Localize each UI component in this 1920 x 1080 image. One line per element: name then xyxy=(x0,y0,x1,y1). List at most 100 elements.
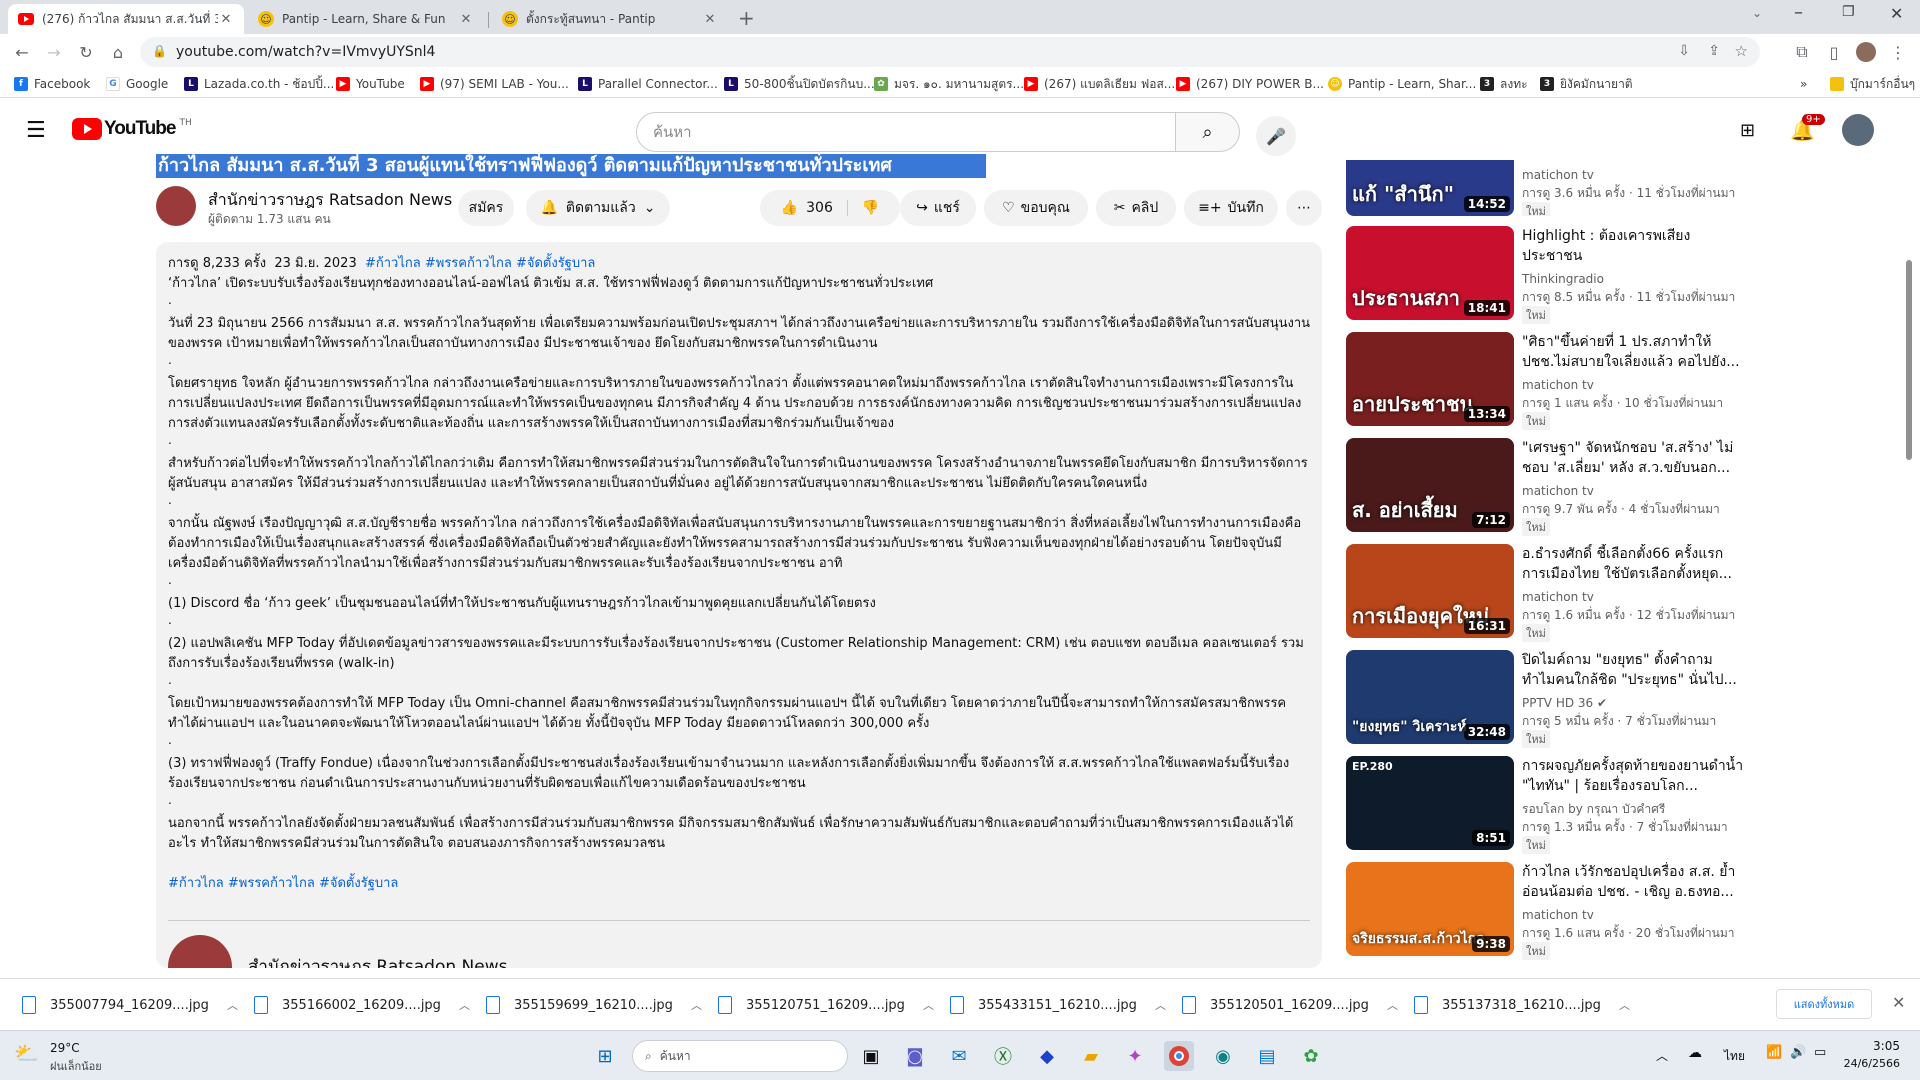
clip-button[interactable]: ✂ คลิป xyxy=(1096,190,1176,226)
forward-arrow-icon[interactable]: → xyxy=(42,40,66,64)
sidepanel-icon[interactable]: ▯ xyxy=(1822,40,1846,64)
bookmark-diy-power[interactable]: ▶ (267) DIY POWER B... xyxy=(1176,75,1324,93)
tab-pantip-post[interactable]: ☺ ตั้งกระทู้สนทนา - Pantip ✕ xyxy=(492,4,728,34)
save-button[interactable]: ≡+ บันทึก xyxy=(1184,190,1278,226)
microphone-icon[interactable]: 🎤 xyxy=(1256,116,1296,156)
store-icon[interactable]: ▤ xyxy=(1252,1041,1282,1071)
subscribed-button[interactable]: 🔔 ติดตามแล้ว ⌄ xyxy=(526,190,670,226)
bookmarks-overflow[interactable]: » xyxy=(1800,75,1807,93)
related-video-item[interactable]: EP.280 8:51 การผจญภัยครั้งสุดท้ายของยานด… xyxy=(1346,756,1746,854)
bookmark-other-folder[interactable]: บุ๊กมาร์กอื่นๆ xyxy=(1830,75,1915,93)
install-icon[interactable]: ⇩ xyxy=(1678,43,1690,59)
chevron-up-icon[interactable]: ︿ xyxy=(227,997,238,1013)
app-icon[interactable]: ✿ xyxy=(1296,1041,1326,1071)
battery-icon[interactable]: ▭ xyxy=(1814,1045,1826,1060)
download-item[interactable]: 355159699_16210....jpg ︿ xyxy=(486,993,702,1017)
search-icon[interactable]: ⌕ xyxy=(1176,112,1240,152)
account-avatar[interactable] xyxy=(1842,114,1874,146)
share-button[interactable]: ↪ แชร์ xyxy=(900,190,976,226)
clock-date[interactable]: 24/6/2566 xyxy=(1830,1057,1900,1070)
file-explorer-icon[interactable]: ▰ xyxy=(1076,1041,1106,1071)
hashtags-bottom[interactable]: #ก้าวไกล #พรรคก้าวไกล #จัดตั้งรัฐบาล xyxy=(168,874,1310,894)
related-video-item[interactable]: การเมืองยุคใหม่ 16:31 อ.ธำรงศักดิ์ ชี้เล… xyxy=(1346,544,1746,642)
chrome-icon[interactable] xyxy=(1164,1041,1194,1071)
vscode-icon[interactable]: ◆ xyxy=(1032,1041,1062,1071)
search-input[interactable]: ค้นหา xyxy=(636,112,1176,152)
tab-youtube[interactable]: (276) ก้าวไกล สัมมนา ส.ส.วันที่ 3 สอน ✕ xyxy=(8,4,244,34)
chevron-up-icon[interactable]: ︿ xyxy=(459,997,470,1013)
bookmark-facebook[interactable]: f Facebook xyxy=(14,75,90,93)
tab-pantip[interactable]: ☺ Pantip - Learn, Share & Fun ✕ xyxy=(248,4,484,34)
cloud-icon[interactable]: ☁ xyxy=(1688,1045,1702,1061)
download-item[interactable]: 355120751_16209....jpg ︿ xyxy=(718,993,934,1017)
mail-icon[interactable]: ✉ xyxy=(944,1041,974,1071)
bookmark-pantip[interactable]: ☺ Pantip - Learn, Shar... xyxy=(1328,75,1476,93)
close-icon[interactable]: ✕ xyxy=(218,12,234,27)
chevron-up-icon[interactable]: ︿ xyxy=(1619,997,1630,1013)
youtube-logo[interactable]: YouTube TH xyxy=(72,118,192,140)
download-item[interactable]: 355166002_16209....jpg ︿ xyxy=(254,993,470,1017)
tab-search-icon[interactable]: ⌄ xyxy=(1752,6,1762,20)
thanks-button[interactable]: ♡ ขอบคุณ xyxy=(984,190,1088,226)
tray-overflow-icon[interactable]: ︿ xyxy=(1656,1047,1668,1064)
bookmark-misc[interactable]: 3 ยิงัคมักนายาติ xyxy=(1540,75,1633,93)
related-video-item[interactable]: ประธานสภา 18:41 Highlight : ต้องเคารพเสี… xyxy=(1346,226,1746,324)
scrollbar-thumb[interactable] xyxy=(1906,260,1912,460)
bookmark-star-icon[interactable]: ☆ xyxy=(1735,42,1748,60)
hamburger-menu-icon[interactable]: ☰ xyxy=(26,118,46,143)
channel-avatar[interactable] xyxy=(156,186,196,226)
restore-icon[interactable]: ❐ xyxy=(1842,4,1855,20)
window-close-icon[interactable]: ✕ xyxy=(1890,4,1903,23)
download-item[interactable]: 355120501_16209....jpg ︿ xyxy=(1182,993,1398,1017)
task-view-icon[interactable]: ▣ xyxy=(856,1041,886,1071)
related-video-item[interactable]: จริยธรรมส.ส.ก้าวไกล 9:38 ก้าวไกล เว้รักช… xyxy=(1346,862,1746,960)
related-video-item[interactable]: "ยงยุทธ" วิเคราะห์ 32:48 ปิดไมค์ถาม "ยงย… xyxy=(1346,650,1746,748)
download-item[interactable]: 355007794_16209....jpg ︿ xyxy=(22,993,238,1017)
bookmark-lazada-2[interactable]: L 50-800ชิ้นปิดบัตรกินบ... xyxy=(724,75,875,93)
wifi-icon[interactable]: 📶 xyxy=(1766,1045,1782,1060)
teams-chat-icon[interactable]: ◙ xyxy=(900,1041,930,1071)
copilot-icon[interactable]: ✦ xyxy=(1120,1041,1150,1071)
edge-icon[interactable]: ◉ xyxy=(1208,1041,1238,1071)
like-button[interactable]: 👍 306 xyxy=(781,200,848,216)
close-icon[interactable]: ✕ xyxy=(702,12,718,27)
address-bar[interactable]: 🔒 youtube.com/watch?v=IVmvyUYSnl4 ⇩ ⇪ ☆ xyxy=(140,37,1760,67)
download-item[interactable]: 355137318_16210....jpg ︿ xyxy=(1414,993,1630,1017)
clock-time[interactable]: 3:05 xyxy=(1840,1039,1900,1053)
volume-icon[interactable]: 🔊 xyxy=(1790,1045,1806,1060)
reload-icon[interactable]: ↻ xyxy=(74,40,98,64)
thumbs-down-icon[interactable]: 👎 xyxy=(862,200,879,216)
bookmark-google[interactable]: G Google xyxy=(106,75,168,93)
xbox-icon[interactable]: Ⓧ xyxy=(988,1041,1018,1071)
bookmark-battery[interactable]: ▶ (267) แบตลิเธียม ฟอส... xyxy=(1024,75,1175,93)
bookmark-parallel[interactable]: L Parallel Connector... xyxy=(578,75,718,93)
menu-kebab-icon[interactable]: ⋮ xyxy=(1886,40,1910,64)
home-icon[interactable]: ⌂ xyxy=(106,40,130,64)
close-icon[interactable]: ✕ xyxy=(458,12,474,27)
bookmark-sutta[interactable]: ✿ มจร. ๑๐. มหานามสูตร... xyxy=(874,75,1024,93)
taskbar-search[interactable]: ⌕ ค้นหา xyxy=(632,1040,848,1072)
chevron-up-icon[interactable]: ︿ xyxy=(691,997,702,1013)
related-video-item[interactable]: อายประชาชน 13:34 "ศิธา"ขึ้นค่ายที่ 1 ปร.… xyxy=(1346,332,1746,430)
share-icon[interactable]: ⇪ xyxy=(1708,43,1720,59)
download-item[interactable]: 355433151_16210....jpg ︿ xyxy=(950,993,1166,1017)
video-description[interactable]: การดู 8,233 ครั้ง 23 มิ.ย. 2023 #ก้าวไกล… xyxy=(156,242,1322,968)
bookmark-lazada[interactable]: L Lazada.co.th - ช้อปปิ้... xyxy=(184,75,334,93)
back-arrow-icon[interactable]: ← xyxy=(10,40,34,64)
bookmark-register[interactable]: 3 ลงทะ xyxy=(1480,75,1528,93)
start-windows-icon[interactable]: ⊞ xyxy=(590,1041,620,1071)
bookmark-semi-lab[interactable]: ▶ (97) SEMI LAB - You... xyxy=(420,75,569,93)
description-channel-card[interactable]: สำนักข่าวราษฎร Ratsadon News xyxy=(168,935,1310,968)
bookmark-youtube[interactable]: ▶ YouTube xyxy=(336,75,405,93)
chevron-up-icon[interactable]: ︿ xyxy=(923,997,934,1013)
more-actions-icon[interactable]: ⋯ xyxy=(1286,190,1322,226)
extensions-icon[interactable]: ⧉ xyxy=(1790,40,1814,64)
hashtags-top[interactable]: #ก้าวไกล #พรรคก้าวไกล #จัดตั้งรัฐบาล xyxy=(365,256,595,271)
related-video-item[interactable]: แก้ "สำนึก" 14:52 matichon tv การดู 3.6 … xyxy=(1346,160,1746,216)
chevron-up-icon[interactable]: ︿ xyxy=(1155,997,1166,1013)
create-video-icon[interactable]: ⊞ xyxy=(1740,120,1755,141)
close-downloads-icon[interactable]: ✕ xyxy=(1892,993,1905,1012)
join-button[interactable]: สมัคร xyxy=(458,190,514,226)
weather-icon[interactable]: ⛅ xyxy=(14,1041,39,1065)
language-indicator[interactable]: ไทย xyxy=(1724,1047,1745,1066)
